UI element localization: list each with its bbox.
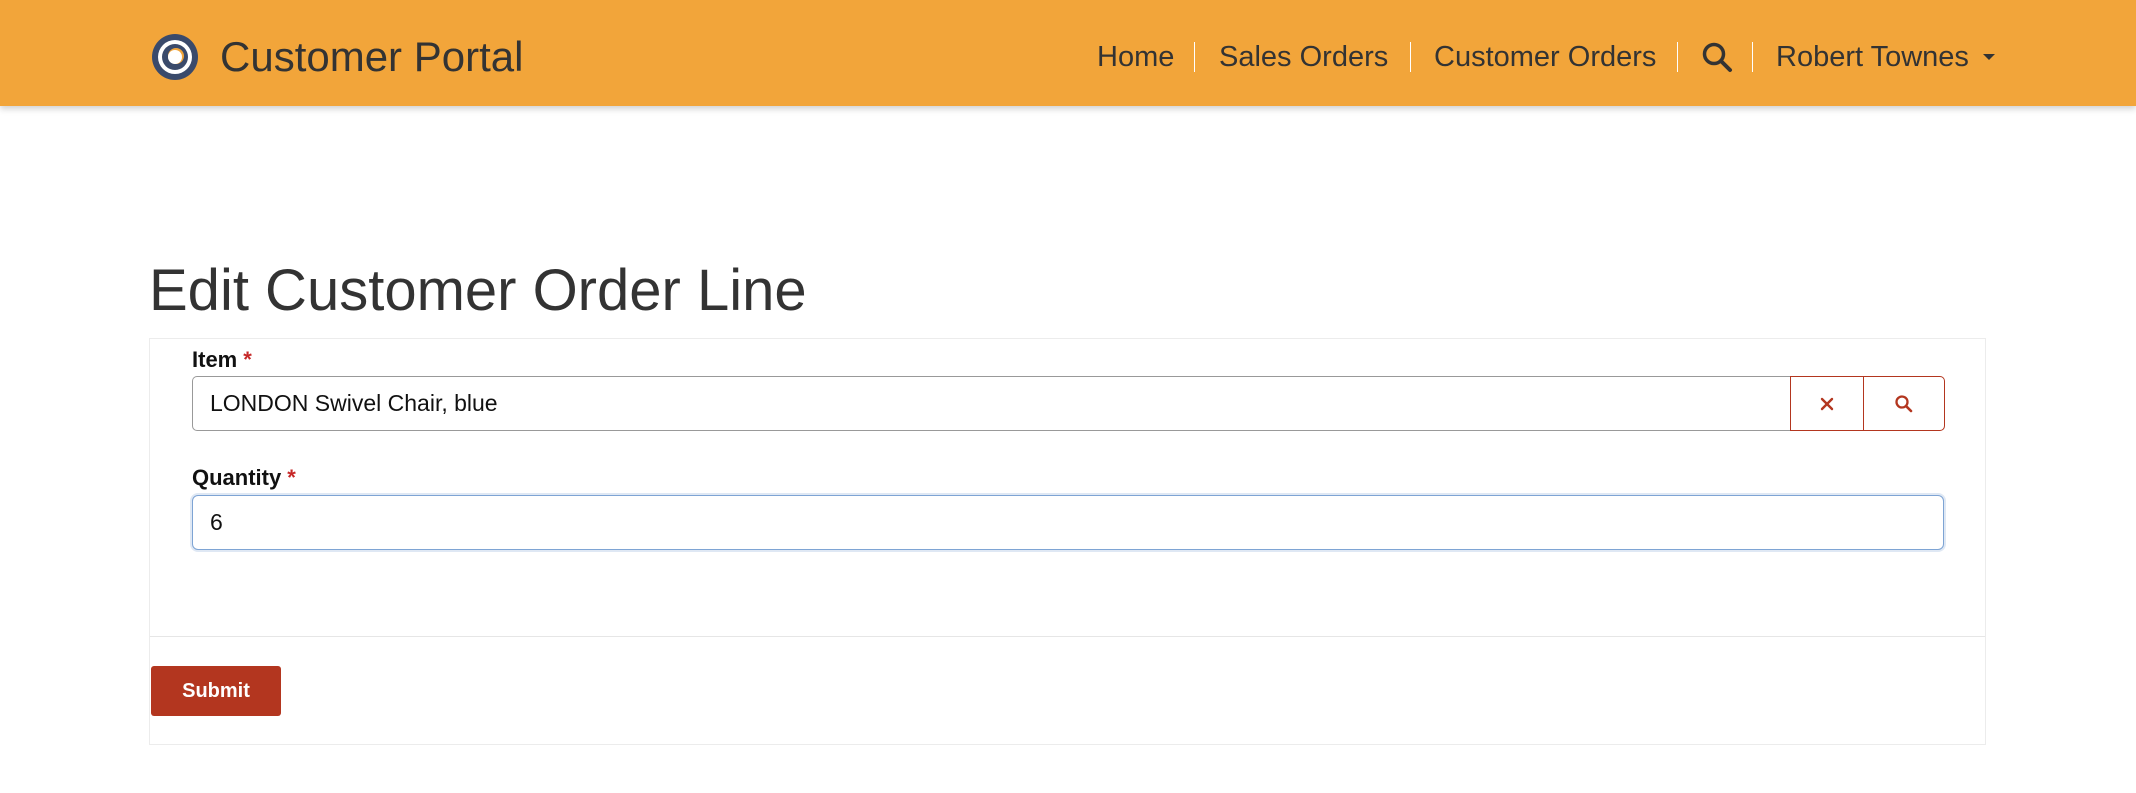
item-input[interactable]: [192, 376, 1793, 431]
quantity-input[interactable]: [192, 495, 1944, 550]
required-asterisk: *: [287, 465, 296, 490]
search-icon[interactable]: [1701, 41, 1733, 73]
quantity-label-text: Quantity: [192, 465, 282, 490]
brand[interactable]: Customer Portal: [151, 33, 523, 81]
item-label: Item *: [192, 346, 252, 374]
form-footer-divider: [150, 636, 1985, 637]
page-title: Edit Customer Order Line: [149, 258, 807, 323]
nav-separator: [1410, 42, 1411, 72]
app-title: Customer Portal: [220, 33, 524, 80]
nav-sales-orders[interactable]: Sales Orders: [1219, 38, 1388, 76]
user-name: Robert Townes: [1776, 41, 1969, 73]
user-menu[interactable]: Robert Townes: [1776, 38, 1995, 76]
search-icon: [1895, 394, 1913, 412]
clear-item-button[interactable]: [1790, 376, 1864, 431]
nav-separator: [1677, 42, 1678, 72]
quantity-label: Quantity *: [192, 464, 296, 492]
close-icon: [1820, 397, 1834, 410]
submit-button[interactable]: Submit: [151, 666, 281, 716]
nav-separator: [1194, 42, 1195, 72]
top-navbar: Customer Portal Home Sales Orders Custom…: [0, 0, 2136, 106]
chevron-down-icon: [1982, 54, 1995, 60]
item-label-text: Item: [192, 347, 238, 372]
nav-separator: [1752, 42, 1753, 72]
edit-order-line-form: Item* Quantity* Submit: [149, 338, 1986, 745]
nav-home[interactable]: Home: [1097, 38, 1174, 76]
required-asterisk: *: [243, 347, 252, 372]
nav-customer-orders[interactable]: Customer Orders: [1434, 38, 1656, 76]
lookup-item-button[interactable]: [1863, 376, 1945, 431]
portal-logo-icon: [152, 34, 198, 80]
